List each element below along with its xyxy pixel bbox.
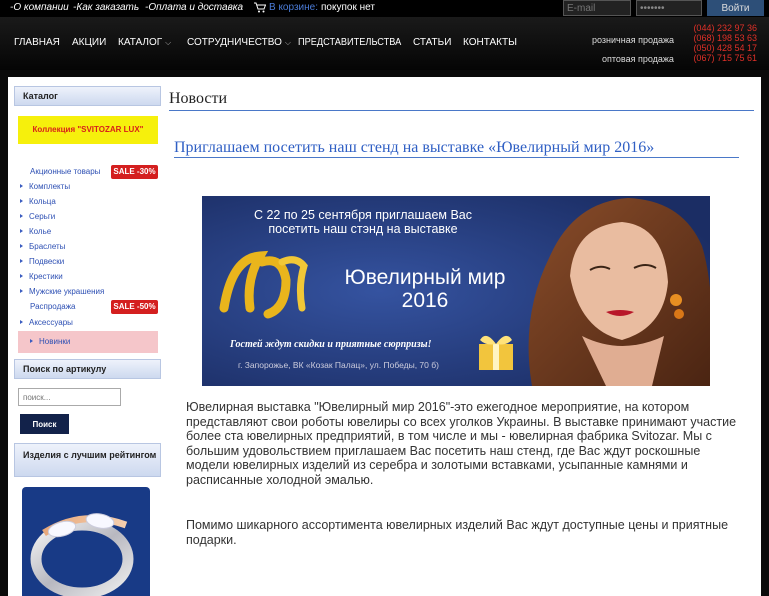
category-label: Мужские украшения (29, 287, 105, 296)
category-clearance[interactable]: Распродажа (30, 302, 76, 311)
category-label: Комплекты (29, 182, 71, 191)
nav-articles-label: СТАТЬИ (413, 37, 452, 48)
bullet-icon (20, 184, 23, 188)
nav-representations-label: ПРЕДСТАВИТЕЛЬСТВА (298, 37, 402, 48)
bullet-icon (20, 229, 23, 233)
banner-line-2: посетить наш стэнд на выставке (268, 222, 458, 236)
category-new-arrivals[interactable]: Новинки (18, 331, 158, 353)
retail-label: розничная продажа (592, 35, 675, 45)
wholesale-label: оптовая продажа (602, 54, 674, 64)
bullet-icon (20, 259, 23, 263)
category-label: Новинки (39, 337, 71, 346)
cart-status: покупок нет (321, 2, 375, 13)
sku-search-button[interactable]: Поиск (20, 414, 69, 434)
page-title: Новости (169, 90, 228, 107)
sku-search-heading: Поиск по артикулу (14, 359, 161, 379)
nav-home-label: ГЛАВНАЯ (14, 37, 60, 48)
category-label: Аксессуары (29, 318, 73, 327)
event-year: 2016 (401, 289, 449, 312)
category-label: Серьги (29, 212, 56, 221)
category-mens-jewelry[interactable]: Мужские украшения (20, 287, 104, 296)
category-earrings[interactable]: Серьги (20, 212, 55, 221)
category-promo-goods[interactable]: Акционные товары (30, 167, 100, 176)
header: ГЛАВНАЯ АКЦИИ КАТАЛОГ ⌵ СОТРУДНИЧЕСТВО ⌵ П… (0, 17, 769, 70)
bullet-icon (20, 244, 23, 248)
nav-catalog[interactable]: КАТАЛОГ ⌵ (118, 37, 171, 48)
bullet-icon (20, 289, 23, 293)
bullet-icon (30, 339, 33, 343)
post-title-underline (174, 157, 739, 158)
category-necklaces[interactable]: Колье (20, 227, 51, 236)
lux-collection-button[interactable]: Коллекция "SVITOZAR LUX" (18, 116, 158, 144)
exhibition-banner: С 22 по 25 сентября приглашаем Вас посет… (202, 196, 710, 386)
bullet-icon (20, 320, 23, 324)
category-bracelets[interactable]: Браслеты (20, 242, 65, 251)
bullet-icon (20, 199, 23, 203)
bullet-icon (20, 214, 23, 218)
category-label: Кольца (29, 197, 56, 206)
nav-representations[interactable]: ПРЕДСТАВИТЕЛЬСТВА (298, 37, 401, 48)
nav-promotions[interactable]: АКЦИИ (72, 37, 106, 48)
article-paragraph-2: Помимо шикарного ассортимента ювелирных … (186, 518, 729, 547)
bullet-icon (20, 274, 23, 278)
phone-number[interactable]: (068) 198 53 63 (693, 33, 757, 43)
top-rated-heading: Изделия с лучшим рейтингом (14, 443, 161, 477)
nav-home[interactable]: ГЛАВНАЯ (14, 37, 60, 48)
chevron-down-icon: ⌵ (165, 38, 172, 47)
category-label: Акционные товары (30, 167, 101, 176)
sale-badge: SALE -50% (111, 300, 158, 314)
how-to-order-link[interactable]: -Как заказать (73, 2, 139, 13)
sku-search-input[interactable] (18, 388, 121, 406)
top-bar: -О компании -Как заказать -Оплата и дост… (0, 0, 769, 17)
nav-contacts[interactable]: КОНТАКТЫ (463, 37, 517, 48)
article-paragraph-1: Ювелирная выставка "Ювелирный мир 2016"-… (186, 400, 737, 487)
phone-number[interactable]: (050) 428 54 17 (693, 43, 757, 53)
category-sets[interactable]: Комплекты (20, 182, 70, 191)
ring-illustration (30, 513, 134, 596)
category-label: Браслеты (29, 242, 66, 251)
nav-cooperation[interactable]: СОТРУДНИЧЕСТВО ⌵ (187, 37, 291, 48)
category-label: Крестики (29, 272, 63, 281)
about-link[interactable]: -О компании (10, 2, 69, 13)
post-title-link[interactable]: Приглашаем посетить наш стенд на выставк… (174, 139, 654, 157)
chevron-down-icon: ⌵ (284, 38, 291, 47)
phone-list: (044) 232 97 36 (068) 198 53 63 (050) 42… (693, 23, 757, 63)
nav-promotions-label: АКЦИИ (72, 37, 107, 48)
banner-dates: С 22 по 25 сентября приглашаем Вас посет… (218, 208, 508, 236)
banner-line-1: С 22 по 25 сентября приглашаем Вас (253, 208, 473, 222)
event-name: Ювелирный мир (344, 266, 506, 289)
category-rings[interactable]: Кольца (20, 197, 56, 206)
payment-delivery-link[interactable]: -Оплата и доставка (145, 2, 243, 13)
nav-articles[interactable]: СТАТЬИ (413, 37, 451, 48)
category-crosses[interactable]: Крестики (20, 272, 63, 281)
nav-catalog-label: КАТАЛОГ (118, 37, 163, 48)
top-rated-product-image[interactable] (22, 487, 150, 596)
banner-promo: Гостей ждут скидки и приятные сюрпризы! (230, 339, 432, 350)
banner-address: г. Запорожье, ВК «Козак Палац», ул. Побе… (238, 360, 439, 370)
nav-cooperation-label: СОТРУДНИЧЕСТВО (187, 37, 282, 48)
page-content: Каталог Коллекция "SVITOZAR LUX" Акционн… (8, 77, 761, 596)
banner-event-name: Ювелирный мир 2016 (320, 266, 530, 312)
catalog-heading: Каталог (14, 86, 161, 106)
email-field[interactable] (563, 0, 631, 16)
category-pendants[interactable]: Подвески (20, 257, 64, 266)
category-label: Колье (29, 227, 52, 236)
sale-badge: SALE -30% (111, 165, 158, 179)
phone-number[interactable]: (044) 232 97 36 (693, 23, 757, 33)
cart-label[interactable]: В корзине: (269, 2, 318, 13)
title-divider (169, 110, 754, 111)
category-label: Распродажа (30, 302, 76, 311)
phone-number[interactable]: (067) 715 75 61 (693, 53, 757, 63)
cart-icon[interactable] (254, 2, 266, 13)
category-accessories[interactable]: Аксессуары (20, 318, 73, 327)
nav-contacts-label: КОНТАКТЫ (463, 37, 517, 48)
category-label: Подвески (29, 257, 65, 266)
login-button[interactable]: Войти (707, 0, 764, 16)
password-field[interactable] (636, 0, 702, 16)
